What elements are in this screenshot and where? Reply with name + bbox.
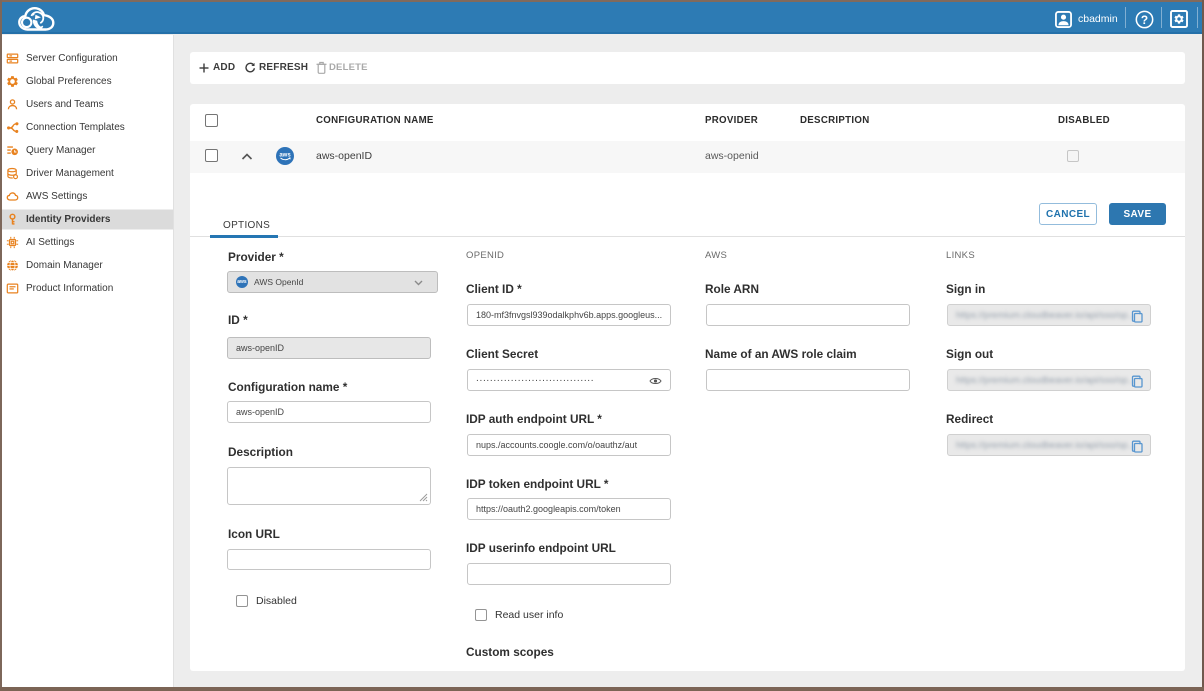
svg-text:?: ? [1141,13,1148,27]
